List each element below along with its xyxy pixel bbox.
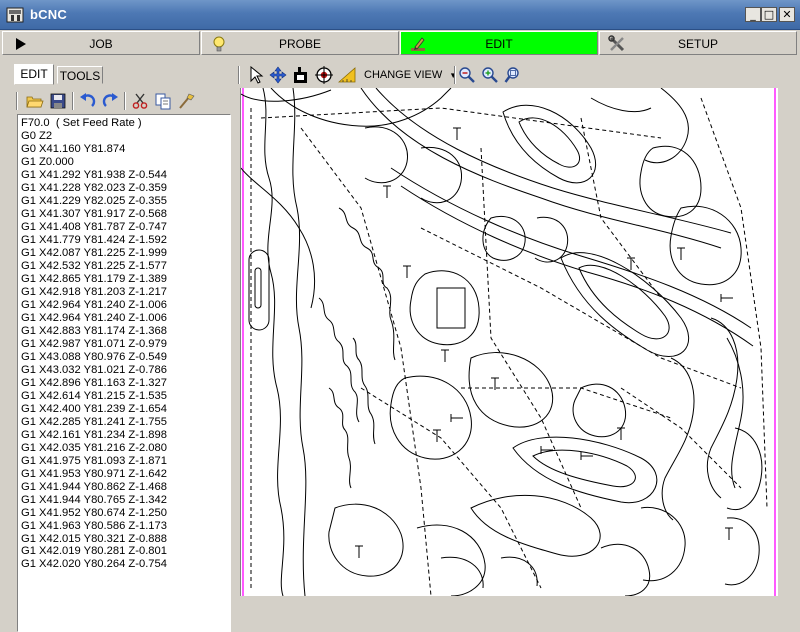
close-button[interactable]: ✕ — [779, 7, 795, 22]
gcode-line[interactable]: G1 X43.088 Y80.976 Z-0.549 — [21, 351, 230, 364]
gcode-line[interactable]: G1 X42.532 Y81.225 Z-1.577 — [21, 260, 230, 273]
gcode-line[interactable]: G1 X42.400 Y81.239 Z-1.654 — [21, 403, 230, 416]
gcode-line[interactable]: G1 X42.015 Y80.321 Z-0.888 — [21, 533, 230, 546]
save-icon[interactable] — [49, 92, 67, 110]
gcode-line[interactable]: G1 X41.229 Y82.025 Z-0.355 — [21, 195, 230, 208]
tab-probe[interactable]: PROBE — [201, 31, 399, 55]
tab-probe-label: PROBE — [278, 37, 321, 51]
gcode-line[interactable]: G1 X42.964 Y81.240 Z-1.006 — [21, 299, 230, 312]
gcode-line[interactable]: G1 X41.944 Y80.862 Z-1.468 — [21, 481, 230, 494]
app-icon — [6, 7, 24, 23]
gcode-line[interactable]: G1 X41.408 Y81.787 Z-0.747 — [21, 221, 230, 234]
gcode-line[interactable]: G1 X41.292 Y81.938 Z-0.544 — [21, 169, 230, 182]
tab-setup-label: SETUP — [677, 37, 718, 51]
cut-icon[interactable] — [131, 92, 149, 110]
toolpath-drawing[interactable] — [241, 88, 779, 596]
gcode-line[interactable]: G1 X42.964 Y81.240 Z-1.006 — [21, 312, 230, 325]
change-view-label: CHANGE VIEW — [364, 69, 443, 81]
toolbar-grip — [16, 92, 18, 110]
gcode-line[interactable]: G1 X41.953 Y80.971 Z-1.642 — [21, 468, 230, 481]
tab-edit-label: EDIT — [485, 37, 513, 51]
gcode-line[interactable]: G1 X41.307 Y81.917 Z-0.568 — [21, 208, 230, 221]
canvas-toolbar: CHANGE VIEW ▼ — [238, 62, 798, 88]
tab-job-label: JOB — [89, 37, 113, 51]
gcode-line[interactable]: G1 X42.614 Y81.215 Z-1.535 — [21, 390, 230, 403]
zoom-out-icon[interactable] — [458, 66, 476, 84]
gcode-line[interactable]: G1 X42.865 Y81.179 Z-1.389 — [21, 273, 230, 286]
paste-icon[interactable] — [177, 92, 195, 110]
gcode-line[interactable]: G1 X42.019 Y80.281 Z-0.801 — [21, 545, 230, 558]
gcode-line[interactable]: G1 X42.883 Y81.174 Z-1.368 — [21, 325, 230, 338]
open-folder-icon[interactable] — [26, 92, 44, 110]
select-arrow-icon[interactable] — [247, 66, 265, 84]
gcode-line[interactable]: G1 X42.161 Y81.234 Z-1.898 — [21, 429, 230, 442]
editor-toolbar — [16, 90, 230, 112]
tab-job[interactable]: JOB — [2, 31, 200, 55]
maximize-button[interactable]: □ — [761, 7, 777, 22]
origin-icon[interactable] — [292, 66, 310, 84]
canvas-scrollbar-area — [778, 88, 798, 596]
target-icon[interactable] — [315, 66, 333, 84]
gcode-line[interactable]: G1 X42.896 Y81.163 Z-1.327 — [21, 377, 230, 390]
subtab-tools-label: TOOLS — [59, 69, 101, 83]
gcode-line[interactable]: G1 X42.285 Y81.241 Z-1.755 — [21, 416, 230, 429]
gcode-line[interactable]: G1 X42.035 Y81.216 Z-2.080 — [21, 442, 230, 455]
main-tab-bar: JOB PROBE EDIT SETUP — [0, 30, 800, 56]
tab-edit[interactable]: EDIT — [400, 31, 598, 55]
toolbar-separator — [124, 92, 126, 110]
copy-icon[interactable] — [154, 92, 172, 110]
pan-move-icon[interactable] — [269, 66, 287, 84]
redo-icon[interactable] — [102, 92, 120, 110]
minimize-button[interactable]: _ — [745, 7, 761, 22]
change-view-dropdown[interactable]: CHANGE VIEW ▼ — [364, 69, 457, 81]
title-bar[interactable]: bCNC _ □ ✕ — [0, 0, 800, 30]
zoom-in-icon[interactable] — [481, 66, 499, 84]
gcode-line[interactable]: G0 X41.160 Y81.874 — [21, 143, 230, 156]
minimize-icon: _ — [750, 8, 756, 21]
gcode-line[interactable]: G1 X42.987 Y81.071 Z-0.979 — [21, 338, 230, 351]
toolpath-canvas[interactable] — [240, 88, 779, 596]
gcode-line[interactable]: G1 X42.918 Y81.203 Z-1.217 — [21, 286, 230, 299]
toolbar-separator — [454, 66, 456, 84]
undo-icon[interactable] — [78, 92, 96, 110]
subtab-edit-label: EDIT — [20, 67, 48, 81]
gcode-line[interactable]: G0 Z2 — [21, 130, 230, 143]
subtab-edit[interactable]: EDIT — [14, 64, 54, 85]
gcode-line[interactable]: G1 X41.779 Y81.424 Z-1.592 — [21, 234, 230, 247]
toolbar-separator — [72, 92, 74, 110]
tab-setup[interactable]: SETUP — [599, 31, 797, 55]
subtab-tools[interactable]: TOOLS — [57, 66, 103, 84]
gcode-listbox[interactable]: F70.0 ( Set Feed Rate ) G0 Z2 G0 X41.160 Y… — [17, 114, 231, 632]
editor-panel: EDIT TOOLS F70.0 (Set Feed Rate) G0 Z2… — [0, 58, 232, 632]
gcode-line[interactable]: G1 X42.020 Y80.264 Z-0.754 — [21, 558, 230, 571]
gcode-line[interactable]: G1 X41.963 Y80.586 Z-1.173 — [21, 520, 230, 533]
close-icon: ✕ — [782, 8, 792, 21]
toolbar-grip — [238, 66, 240, 84]
toolpath-outlines — [241, 88, 768, 596]
gcode-line[interactable]: G1 X41.228 Y82.023 Z-0.359 — [21, 182, 230, 195]
zoom-fit-icon[interactable] — [504, 66, 522, 84]
ruler-icon[interactable] — [338, 66, 356, 84]
gcode-line[interactable]: G1 X42.087 Y81.225 Z-1.999 — [21, 247, 230, 260]
gcode-line[interactable]: G1 Z0.000 — [21, 156, 230, 169]
window-title: bCNC — [30, 7, 67, 22]
gcode-line[interactable]: G1 X41.952 Y80.674 Z-1.250 — [21, 507, 230, 520]
gcode-line[interactable]: F70.0 ( Set Feed Rate ) — [21, 117, 230, 130]
maximize-icon: □ — [763, 8, 775, 21]
gcode-line[interactable]: G1 X41.975 Y81.093 Z-1.871 — [21, 455, 230, 468]
gcode-line[interactable]: G1 X43.032 Y81.021 Z-0.786 — [21, 364, 230, 377]
gcode-line[interactable]: G1 X41.944 Y80.765 Z-1.342 — [21, 494, 230, 507]
